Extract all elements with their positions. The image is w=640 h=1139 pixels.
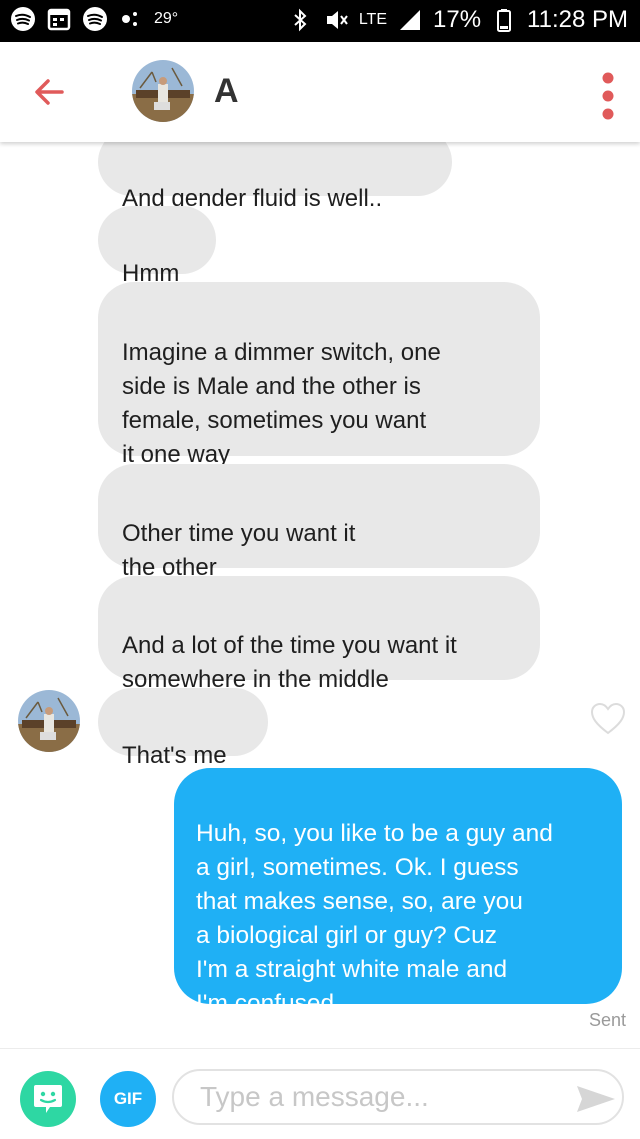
- send-icon[interactable]: [574, 1083, 618, 1115]
- message-text: Other time you want it the other: [122, 520, 356, 581]
- temperature: 29°: [154, 10, 179, 27]
- sticker-icon: [34, 1085, 62, 1113]
- my-message-bubble: Huh, so, you like to be a guy and a girl…: [174, 768, 622, 1017]
- battery-icon: [497, 9, 512, 32]
- chat-header: A: [0, 42, 640, 142]
- clock: 11:28 PM: [527, 6, 628, 33]
- message-text: Imagine a dimmer switch, one side is Mal…: [122, 339, 441, 468]
- message-text: Huh, so, you like to be a guy and a girl…: [196, 820, 553, 1017]
- message-bubble: And a lot of the time you want it somewh…: [98, 576, 540, 693]
- spotify-icon: [83, 7, 107, 31]
- contact-name[interactable]: A: [214, 72, 239, 111]
- battery-percent: 17%: [433, 6, 482, 33]
- sticker-button[interactable]: [20, 1071, 76, 1127]
- network-type: LTE: [358, 11, 387, 28]
- message-bubble: That's me: [98, 688, 268, 769]
- heart-icon[interactable]: [590, 702, 626, 736]
- message-bubble: Imagine a dimmer switch, one side is Mal…: [98, 282, 540, 468]
- back-arrow-icon[interactable]: [28, 70, 72, 114]
- spotify-icon: [11, 7, 35, 31]
- bluetooth-icon: [294, 8, 307, 32]
- contact-avatar[interactable]: [132, 60, 194, 122]
- message-bubble: Other time you want it the other: [98, 464, 540, 581]
- mute-icon: [326, 11, 348, 29]
- status-bar: 29° LTE 17% 11:28 PM: [0, 0, 640, 42]
- sent-status: Sent: [588, 1010, 626, 1030]
- message-text: And a lot of the time you want it somewh…: [122, 632, 457, 693]
- signal-icon: [400, 10, 420, 30]
- calendar-icon: [47, 8, 71, 31]
- contact-avatar[interactable]: [18, 690, 80, 752]
- more-vertical-icon[interactable]: [598, 70, 618, 122]
- message-bubble: And gender fluid is well..: [98, 142, 452, 212]
- message-list: And gender fluid is well.. Hmm Imagine a…: [0, 142, 640, 1048]
- gif-button[interactable]: GIF: [100, 1071, 156, 1127]
- message-bubble: Hmm: [98, 206, 216, 287]
- weather-icon: [122, 12, 137, 26]
- message-input[interactable]: [172, 1069, 624, 1125]
- message-composer: GIF: [0, 1048, 640, 1139]
